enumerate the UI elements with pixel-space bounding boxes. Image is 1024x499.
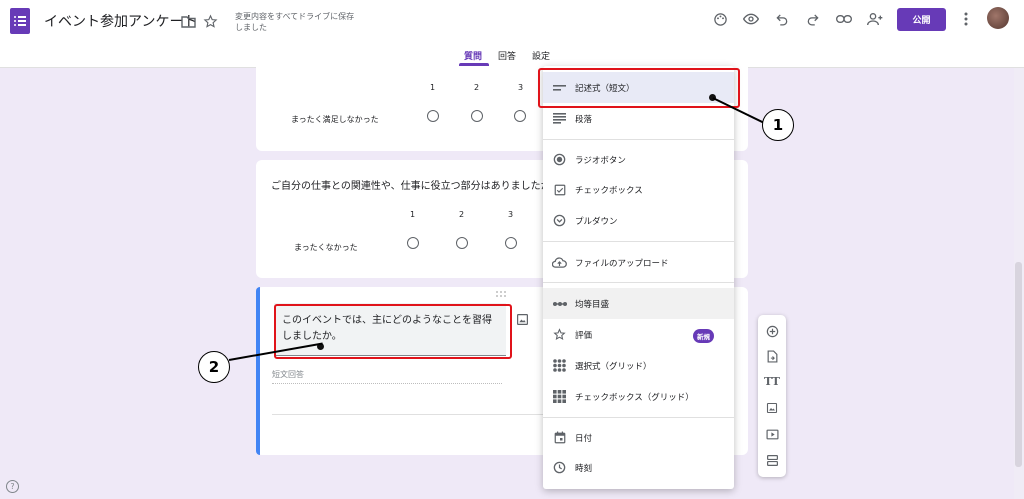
link-icon[interactable] <box>834 9 854 29</box>
highlight-box-short-text <box>538 68 740 108</box>
linear-scale-icon <box>552 296 567 311</box>
save-status: 変更内容をすべてドライブに保存しました <box>235 12 355 32</box>
forms-logo-icon[interactable] <box>10 8 30 34</box>
tab-questions[interactable]: 質問 <box>464 49 482 62</box>
menu-divider <box>543 139 734 140</box>
menu-item-label: 選択式（グリッド） <box>575 361 652 372</box>
grid-dots-icon <box>552 358 567 373</box>
scale-radio[interactable] <box>505 237 517 249</box>
folder-icon[interactable] <box>178 11 198 31</box>
menu-item-date[interactable]: 日付 <box>543 422 734 453</box>
scale-radio[interactable] <box>407 237 419 249</box>
menu-divider <box>543 282 734 283</box>
add-title-icon[interactable]: TT <box>763 372 781 390</box>
menu-item-label: 日付 <box>575 433 593 444</box>
add-section-icon[interactable] <box>763 451 781 469</box>
menu-item-radio[interactable]: ラジオボタン <box>543 144 734 175</box>
star-rating-icon <box>552 327 567 342</box>
question-title[interactable]: ご自分の仕事との関連性や、仕事に役立つ部分はありましたか <box>271 177 551 192</box>
menu-item-checkbox[interactable]: チェックボックス <box>543 174 734 205</box>
menu-item-dropdown[interactable]: プルダウン <box>543 205 734 236</box>
add-question-icon[interactable] <box>763 322 781 340</box>
menu-item-label: 評価 <box>575 330 593 341</box>
question-type-menu: 記述式（短文） 段落 ラジオボタン チェックボックス プルダウン ファイルのアッ… <box>543 66 734 489</box>
scale-number: 2 <box>474 83 480 92</box>
short-answer-placeholder: 短文回答 <box>272 370 304 379</box>
scale-number: 1 <box>430 83 436 92</box>
menu-item-linear-scale[interactable]: 均等目盛 <box>543 288 734 319</box>
scale-radio[interactable] <box>471 110 483 122</box>
add-image-icon[interactable] <box>763 399 781 417</box>
dropdown-icon <box>552 213 567 228</box>
menu-item-grid-checkbox[interactable]: チェックボックス（グリッド） <box>543 381 734 412</box>
menu-item-file-upload[interactable]: ファイルのアップロード <box>543 247 734 278</box>
scale-radio[interactable] <box>514 110 526 122</box>
floating-toolbar: TT <box>758 315 786 477</box>
preview-eye-icon[interactable] <box>741 9 761 29</box>
scale-radio[interactable] <box>427 110 439 122</box>
highlight-box-question-title <box>274 304 512 359</box>
redo-icon[interactable] <box>803 9 823 29</box>
menu-item-label: ラジオボタン <box>575 155 626 166</box>
menu-item-time[interactable]: 時刻 <box>543 452 734 483</box>
menu-item-label: チェックボックス（グリッド） <box>575 392 694 403</box>
palette-icon[interactable] <box>710 9 730 29</box>
checkbox-icon <box>552 182 567 197</box>
tab-settings[interactable]: 設定 <box>532 49 550 62</box>
answer-underline <box>272 383 502 384</box>
scale-low-label: まったくなかった <box>294 243 358 252</box>
menu-item-grid-choice[interactable]: 選択式（グリッド） <box>543 350 734 381</box>
menu-item-label: プルダウン <box>575 216 618 227</box>
avatar[interactable] <box>987 7 1009 29</box>
tab-responses[interactable]: 回答 <box>498 49 516 62</box>
add-image-icon[interactable] <box>516 311 529 330</box>
document-title[interactable]: イベント参加アンケート <box>44 11 197 31</box>
paragraph-icon <box>552 111 567 126</box>
top-header: イベント参加アンケート 変更内容をすべてドライブに保存しました 公開 質問 回答… <box>0 0 1024 68</box>
calendar-icon <box>552 430 567 445</box>
drag-handle-icon[interactable] <box>496 291 508 297</box>
active-card-indicator <box>256 287 260 455</box>
help-icon[interactable]: ? <box>6 480 19 493</box>
tab-bar: 質問 回答 設定 <box>0 45 1024 67</box>
import-questions-icon[interactable] <box>763 347 781 365</box>
scale-radio[interactable] <box>456 237 468 249</box>
menu-divider <box>543 241 734 242</box>
scale-number: 3 <box>518 83 524 92</box>
star-icon[interactable] <box>200 11 220 31</box>
scale-number: 1 <box>410 210 416 219</box>
undo-icon[interactable] <box>772 9 792 29</box>
menu-divider <box>543 417 734 418</box>
new-badge: 新規 <box>693 329 714 343</box>
clock-icon <box>552 460 567 475</box>
more-vert-icon[interactable] <box>956 9 976 29</box>
grid-squares-icon <box>552 389 567 404</box>
menu-item-label: 段落 <box>575 114 593 125</box>
callout-number-2: 2 <box>198 351 230 383</box>
scale-number: 2 <box>459 210 465 219</box>
menu-item-label: 均等目盛 <box>575 299 610 310</box>
scale-number: 3 <box>508 210 514 219</box>
menu-item-rating[interactable]: 評価 新規 <box>543 319 734 350</box>
scrollbar-thumb[interactable] <box>1015 262 1022 467</box>
menu-item-label: ファイルのアップロード <box>575 258 669 269</box>
callout-number-1: 1 <box>762 109 794 141</box>
cloud-upload-icon <box>552 255 567 270</box>
menu-item-label: チェックボックス <box>575 185 643 196</box>
add-person-icon[interactable] <box>865 9 885 29</box>
publish-button[interactable]: 公開 <box>897 8 946 31</box>
scale-low-label: まったく満足しなかった <box>291 115 379 124</box>
menu-item-label: 時刻 <box>575 463 593 474</box>
add-video-icon[interactable] <box>763 425 781 443</box>
radio-button-icon <box>552 152 567 167</box>
